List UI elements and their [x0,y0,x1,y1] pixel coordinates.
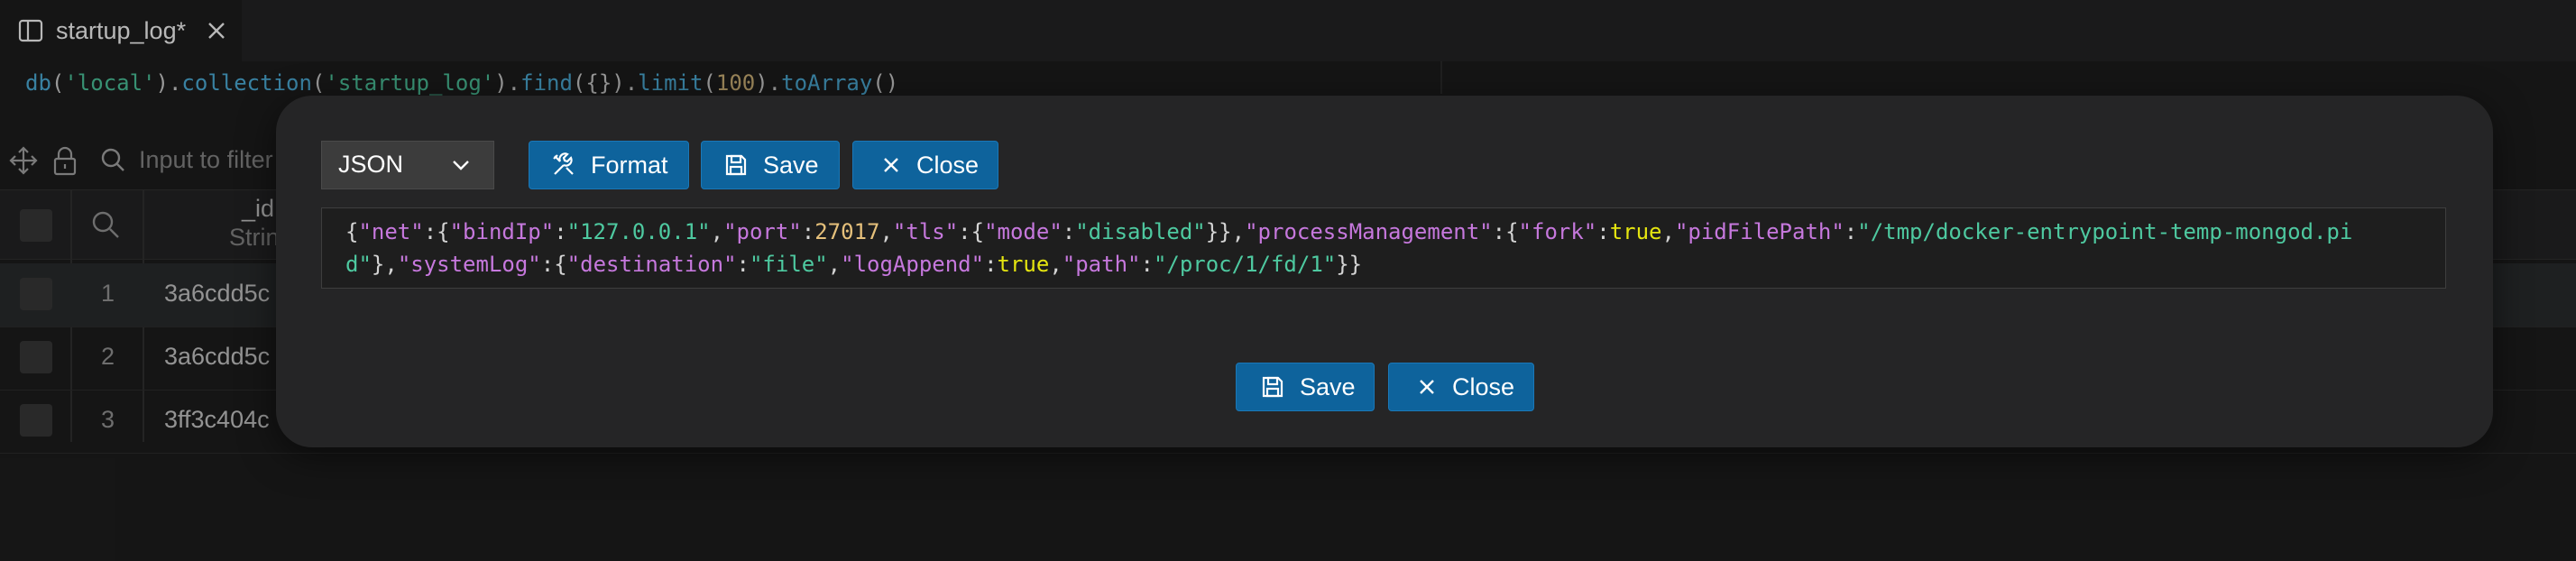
save-icon [1262,376,1283,398]
json-token: , [1661,219,1675,244]
format-select-value: JSON [338,151,404,178]
json-token: "logAppend" [841,252,985,277]
footer-save-button[interactable]: Save [1236,363,1375,411]
json-token: : [1062,219,1076,244]
save-button[interactable]: Save [701,141,840,189]
json-token: 27017 [814,219,880,244]
json-token: "file" [749,252,828,277]
json-token: : [1140,252,1154,277]
format-select[interactable]: JSON [321,141,494,189]
close-button[interactable]: Close [852,141,998,189]
close-icon [884,158,898,172]
json-text[interactable]: {"net":{"bindIp":"127.0.0.1","port":2701… [345,216,2420,280]
json-token: :{ [958,219,985,244]
save-icon [725,154,747,176]
json-token: "processManagement" [1245,219,1493,244]
close-button-label: Close [916,152,980,179]
json-token: "fork" [1518,219,1597,244]
format-button-label: Format [591,152,668,179]
json-token: { [345,219,359,244]
json-token: true [1609,219,1662,244]
chevron-down-icon [453,161,469,170]
json-token: :{ [423,219,450,244]
footer-save-label: Save [1300,373,1356,400]
footer-close-button[interactable]: Close [1388,363,1534,411]
json-token: , [710,219,724,244]
json-token: "net" [358,219,424,244]
json-token: "mode" [984,219,1063,244]
json-token: "127.0.0.1" [566,219,711,244]
format-button[interactable]: Format [529,141,689,189]
json-editor-dialog: JSON Format Save Close {"net":{"bindIp": [276,96,2493,447]
json-token: "tls" [892,219,959,244]
json-token: "pidFilePath" [1674,219,1845,244]
json-token: : [1844,219,1858,244]
json-editor[interactable]: {"net":{"bindIp":"127.0.0.1","port":2701… [321,207,2446,289]
json-token: :{ [540,252,567,277]
json-token: true [997,252,1050,277]
json-token: , [1049,252,1063,277]
json-token: "disabled" [1075,219,1206,244]
json-token: : [1596,219,1610,244]
json-token: "systemLog" [397,252,541,277]
json-token: "port" [723,219,802,244]
close-icon [1420,380,1434,394]
tools-icon [553,152,574,175]
json-token: : [984,252,998,277]
json-token: : [554,219,567,244]
json-token: :{ [1492,219,1519,244]
json-token: "destination" [566,252,737,277]
json-token: "bindIp" [449,219,555,244]
json-token: }}, [1205,219,1246,244]
json-token: , [827,252,842,277]
json-token: : [736,252,750,277]
footer-close-label: Close [1452,373,1515,400]
json-token: , [879,219,893,244]
json-token: "path" [1062,252,1141,277]
save-button-label: Save [763,152,819,179]
json-token: : [801,219,815,244]
json-token: }, [371,252,398,277]
json-token: }} [1336,252,1363,277]
json-token: "/proc/1/fd/1" [1153,252,1337,277]
